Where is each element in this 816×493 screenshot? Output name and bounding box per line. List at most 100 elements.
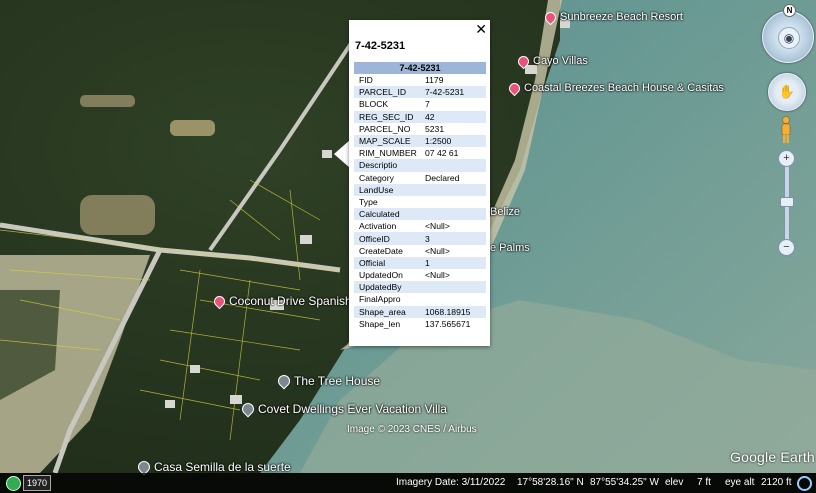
imagery-date: Imagery Date: 3/11/2022 <box>396 477 506 488</box>
attribute-key: UpdatedOn <box>354 269 421 282</box>
status-bar: 1970 Imagery Date: 3/11/2022 17°58'28.16… <box>0 473 816 493</box>
grey-pin-icon <box>239 400 257 418</box>
table-row: PARCEL_NO 5231 <box>354 122 486 135</box>
table-row: Descriptio <box>354 159 486 172</box>
place-label-text: Covet Dwellings Ever Vacation Villa <box>258 402 447 416</box>
attribute-value: Declared <box>421 171 486 184</box>
place-label-text: Sunbreeze Beach Resort <box>560 11 683 23</box>
look-control[interactable]: N ◉ <box>762 4 814 63</box>
attribute-value: 1 <box>421 256 486 269</box>
table-row: RIM_NUMBER 07 42 61 <box>354 147 486 160</box>
table-row: UpdatedOn <Null> <box>354 269 486 282</box>
attribute-key: Official <box>354 256 421 269</box>
popup-title: 7-42-5231 <box>355 40 406 52</box>
attribute-key: Activation <box>354 220 421 233</box>
attribute-value: 1179 <box>421 74 486 87</box>
place-label-text: Casa Semilla de la suerte <box>154 460 291 474</box>
eye-alt-value: 2120 ft <box>761 477 792 488</box>
eye-alt-label: eye alt <box>725 477 755 488</box>
table-row: OfficeID 3 <box>354 232 486 245</box>
table-row: Shape_area 1068.18915 <box>354 305 486 318</box>
north-indicator[interactable]: N <box>783 4 796 17</box>
table-row: BLOCK 7 <box>354 98 486 111</box>
parcel-info-popup: ✕ 7-42-5231 7-42-5231 FID 1179 PARCEL_ID 7-… <box>349 20 490 346</box>
place-label-text: Belize <box>490 206 520 218</box>
clearing <box>170 120 215 136</box>
attribute-value: 1:2500 <box>421 134 486 148</box>
attribute-value: 7 <box>421 98 486 111</box>
historical-imagery-icon[interactable] <box>6 476 21 491</box>
close-icon[interactable]: ✕ <box>475 22 487 36</box>
pegman-icon[interactable] <box>779 116 793 144</box>
place-label-text: The Tree House <box>294 374 381 388</box>
attribute-value: 3 <box>421 232 486 245</box>
attribute-key: FID <box>354 74 421 87</box>
place-label[interactable]: Coastal Breezes Beach House & Casitas <box>506 80 724 96</box>
place-label[interactable]: Coconut Drive Spanish Re <box>211 293 370 309</box>
attribute-value: 07 42 61 <box>421 147 486 160</box>
attribute-value: <Null> <box>421 220 486 233</box>
hand-icon[interactable]: ✋ <box>768 73 806 111</box>
place-label-text: Coastal Breezes Beach House & Casitas <box>524 82 724 94</box>
attribute-key: PARCEL_NO <box>354 122 421 135</box>
table-row: Type <box>354 195 486 209</box>
place-label[interactable]: Sunbreeze Beach Resort <box>542 9 683 25</box>
attribute-value: 7-42-5231 <box>421 86 486 99</box>
attribute-key: FinalAppro <box>354 293 421 306</box>
google-earth-logo: Google Earth <box>730 449 815 465</box>
table-row: UpdatedBy <box>354 281 486 294</box>
zoom-in-button[interactable]: + <box>778 150 795 167</box>
attribute-value <box>421 281 486 294</box>
grey-pin-icon <box>275 372 293 390</box>
attribute-key: CreateDate <box>354 244 421 257</box>
attribute-key: Type <box>354 195 421 209</box>
elev-value: 7 ft <box>697 477 711 488</box>
attribute-value: 137.565671 <box>421 317 486 330</box>
table-row: LandUse <box>354 183 486 196</box>
attribute-key: RIM_NUMBER <box>354 147 421 160</box>
table-row: Category Declared <box>354 171 486 184</box>
attribute-value <box>421 293 486 306</box>
streaming-status-icon <box>797 476 812 491</box>
pink-pin-icon <box>506 80 523 96</box>
table-row: REG_SEC_ID 42 <box>354 110 486 123</box>
imagery-copyright: Image © 2023 CNES / Airbus <box>347 424 477 435</box>
attribute-value: <Null> <box>421 244 486 257</box>
place-label[interactable]: Covet Dwellings Ever Vacation Villa <box>239 400 447 418</box>
year-indicator[interactable]: 1970 <box>23 475 51 491</box>
table-row: MAP_SCALE 1:2500 <box>354 134 486 148</box>
zoom-slider-thumb[interactable] <box>780 197 794 207</box>
attribute-key: LandUse <box>354 183 421 196</box>
clearing <box>80 95 135 107</box>
attribute-key: Category <box>354 171 421 184</box>
attribute-table: 7-42-5231 FID 1179 PARCEL_ID 7-42-5231 BLOCK… <box>354 62 486 330</box>
attribute-value: 42 <box>421 110 486 123</box>
longitude-readout: 87°55'34.25" W <box>590 477 659 488</box>
attribute-key: Descriptio <box>354 159 421 172</box>
attribute-key: Calculated <box>354 208 421 221</box>
latitude-readout: 17°58'28.16" N <box>517 477 584 488</box>
table-row: CreateDate <Null> <box>354 244 486 257</box>
attribute-value <box>421 208 486 221</box>
table-row: Activation <Null> <box>354 220 486 233</box>
attribute-value <box>421 183 486 196</box>
elev-label: elev <box>665 477 684 488</box>
pink-pin-icon <box>542 9 559 25</box>
attribute-key: PARCEL_ID <box>354 86 421 99</box>
place-label[interactable]: Cayo Villas <box>515 53 588 69</box>
attribute-value: <Null> <box>421 269 486 282</box>
table-row: FinalAppro <box>354 293 486 306</box>
table-row: Shape_len 137.565671 <box>354 317 486 330</box>
table-row: FID 1179 <box>354 74 486 87</box>
zoom-out-button[interactable]: − <box>778 239 795 256</box>
attribute-key: Shape_len <box>354 317 421 330</box>
clearing <box>80 195 155 235</box>
place-label[interactable]: e Palms <box>490 242 530 254</box>
place-label[interactable]: The Tree House <box>275 372 381 390</box>
attribute-key: OfficeID <box>354 232 421 245</box>
eye-icon[interactable]: ◉ <box>778 27 800 49</box>
attribute-key: BLOCK <box>354 98 421 111</box>
place-label[interactable]: Casa Semilla de la suerte <box>135 458 291 476</box>
place-label[interactable]: Belize <box>490 206 520 218</box>
table-row: Official 1 <box>354 256 486 269</box>
